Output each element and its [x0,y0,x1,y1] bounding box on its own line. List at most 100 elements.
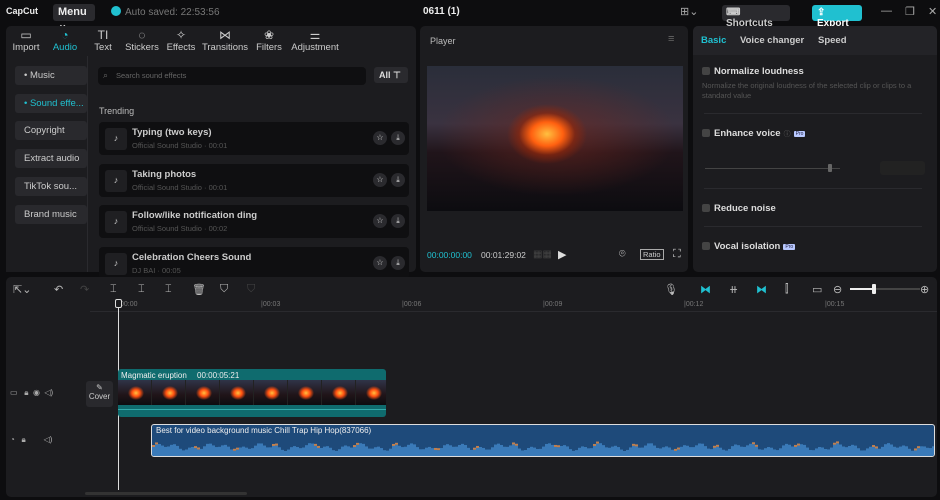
close-icon[interactable]: ✕ [928,5,937,18]
favorite-icon[interactable]: ☆ [373,214,387,228]
properties-panel [693,26,937,272]
tab-basic[interactable]: Basic [701,35,726,46]
tab-label: Audio [52,42,78,53]
autosave-text: Auto saved: 22:53:56 [125,7,220,18]
zoom-fit-icon[interactable]: ⌾ [619,248,626,261]
sound-item[interactable]: ♪ Celebration Cheers Sound DJ BAI · 00:05 ☆… [99,246,409,280]
favorite-icon[interactable]: ☆ [373,172,387,187]
enhance-voice-checkbox[interactable]: Enhance voice ⓘ Pro [702,127,806,139]
mute-icon[interactable]: ◁) [44,388,53,397]
tab-voice-changer[interactable]: Voice changer [740,35,804,46]
shield-icon[interactable]: ⛉ [247,283,255,296]
split-right-icon[interactable]: ⌶ [165,283,172,296]
sidebar-item[interactable]: • Sound effe... [15,93,87,113]
video-clip[interactable]: Magmatic eruption 00:00:05:21 [118,369,386,417]
shortcuts-button[interactable]: ⌨ Shortcuts [722,5,790,29]
play-icon[interactable]: ▶ [558,248,566,261]
zoom-slider[interactable] [850,288,920,290]
redo-icon[interactable]: ↷ [80,283,89,296]
filmstrip [118,380,386,405]
restore-icon[interactable]: ❐ [905,5,915,18]
tab-effects[interactable]: ✧ Effects [162,26,200,56]
ratio-button[interactable]: Ratio [640,249,664,260]
playhead-handle[interactable] [115,299,122,308]
sidebar-item[interactable]: Brand music [15,204,87,224]
eye-icon[interactable]: ◉ [33,388,40,397]
slider-handle[interactable] [828,164,832,172]
ruler-tick-label: |00:09 [543,301,563,308]
player-title: Player [430,36,456,46]
layout-icon[interactable]: ⊞⌄ [680,5,698,18]
menu-button[interactable]: Menu ⌄ [53,4,95,31]
total-time: 00:01:29:02 [481,250,526,260]
time-ruler[interactable]: 00:00 |00:03 |00:06 |00:09 |00:12 |00:15 [90,298,937,312]
lock-icon[interactable]: 🔒︎ [22,435,26,444]
frames-icon[interactable]: ▦▦ [533,249,552,260]
zoom-out-icon[interactable]: ⊖ [833,283,842,296]
download-icon[interactable]: ⤓ [391,172,405,187]
tab-filters[interactable]: ❀ Filters [250,26,288,56]
reduce-noise-checkbox[interactable]: Reduce noise [702,202,776,214]
tab-text[interactable]: TI Text [84,26,122,56]
split-left-icon[interactable]: ⌶ [138,283,145,296]
tab-adjustment[interactable]: ⚌ Adjustment [288,26,342,56]
intensity-slider[interactable] [705,168,840,169]
caption-icon[interactable]: ▭ [812,283,822,296]
video-clip-duration: 00:00:05:21 [197,371,240,380]
sound-item[interactable]: ♪ Typing (two keys) Official Sound Studio … [99,122,409,155]
divider [704,188,922,189]
microphone-icon[interactable]: 🎙 [664,283,678,296]
tab-stickers[interactable]: ◌ Stickers [122,26,162,56]
preview-axis-icon[interactable]: ⫿ [785,283,789,296]
tab-speed[interactable]: Speed [818,35,847,46]
cover-button[interactable]: ✎ Cover [86,381,113,407]
favorite-icon[interactable]: ☆ [373,255,387,270]
sidebar-item[interactable]: Extract audio [15,149,87,169]
tab-transitions[interactable]: ⋈ Transitions [200,26,250,56]
film-frame [356,380,386,405]
filter-icon: ⊤ [393,70,401,80]
linkage-icon[interactable]: ⧓ [756,283,767,296]
split-icon[interactable]: ⌶ [110,283,117,296]
mute-icon[interactable]: ◁) [44,435,53,444]
fullscreen-icon[interactable]: ⛶ [673,248,681,261]
music-note-icon: ♪ [105,128,127,150]
select-tool-icon[interactable]: ⇱⌄ [13,283,31,296]
sound-item[interactable]: ♪ Follow/like notification ding Official S… [99,205,409,238]
sidebar-item[interactable]: Copyright [15,121,87,141]
player-menu-icon[interactable]: ≡ [668,33,674,45]
sidebar-item[interactable]: TikTok sou... [15,176,87,196]
download-icon[interactable]: ⤓ [391,255,405,270]
filter-button[interactable]: All ⊤ [374,67,408,83]
lock-icon[interactable]: 🔒︎ [24,388,28,397]
tab-import[interactable]: ▭ Import [6,26,46,56]
search-input[interactable]: ⌕ Search sound effects [98,67,366,85]
film-frame [254,380,288,405]
intensity-input[interactable] [880,161,925,175]
download-icon[interactable]: ⤓ [391,214,405,228]
delete-icon[interactable]: 🗑 [192,283,206,296]
zoom-slider-handle[interactable] [872,284,876,294]
horizontal-scrollbar[interactable] [85,492,247,495]
export-button[interactable]: ⇪ Export [812,5,862,29]
main-track-magnet-icon[interactable]: ⧓ [700,283,711,296]
mark-icon[interactable]: ⛉ [220,283,228,296]
minimize-icon[interactable]: — [881,5,892,17]
tab-audio[interactable]: ◔ Audio [46,26,84,56]
audio-clip[interactable]: Best for video background music Chill Tr… [151,424,935,457]
audio-track-header: ◔ 🔒︎ ◁) [10,435,80,449]
video-clip-name: Magmatic eruption [121,371,187,380]
tab-label: Effects [166,42,196,53]
sound-item[interactable]: ♪ Taking photos Official Sound Studio · 00… [99,163,409,197]
tab-label: Text [94,42,112,53]
vocal-isolation-checkbox[interactable]: Vocal isolation Pro [702,240,796,252]
zoom-in-icon[interactable]: ⊕ [920,283,929,296]
auto-snap-icon[interactable]: ⧺ [729,283,738,296]
project-title: 0611 (1) [423,6,460,17]
download-icon[interactable]: ⤓ [391,131,405,145]
normalize-loudness-checkbox[interactable]: Normalize loudness [702,65,804,77]
sidebar-item[interactable]: • Music [15,66,87,85]
tab-label: Filters [256,42,282,53]
undo-icon[interactable]: ↶ [54,283,63,296]
favorite-icon[interactable]: ☆ [373,131,387,145]
